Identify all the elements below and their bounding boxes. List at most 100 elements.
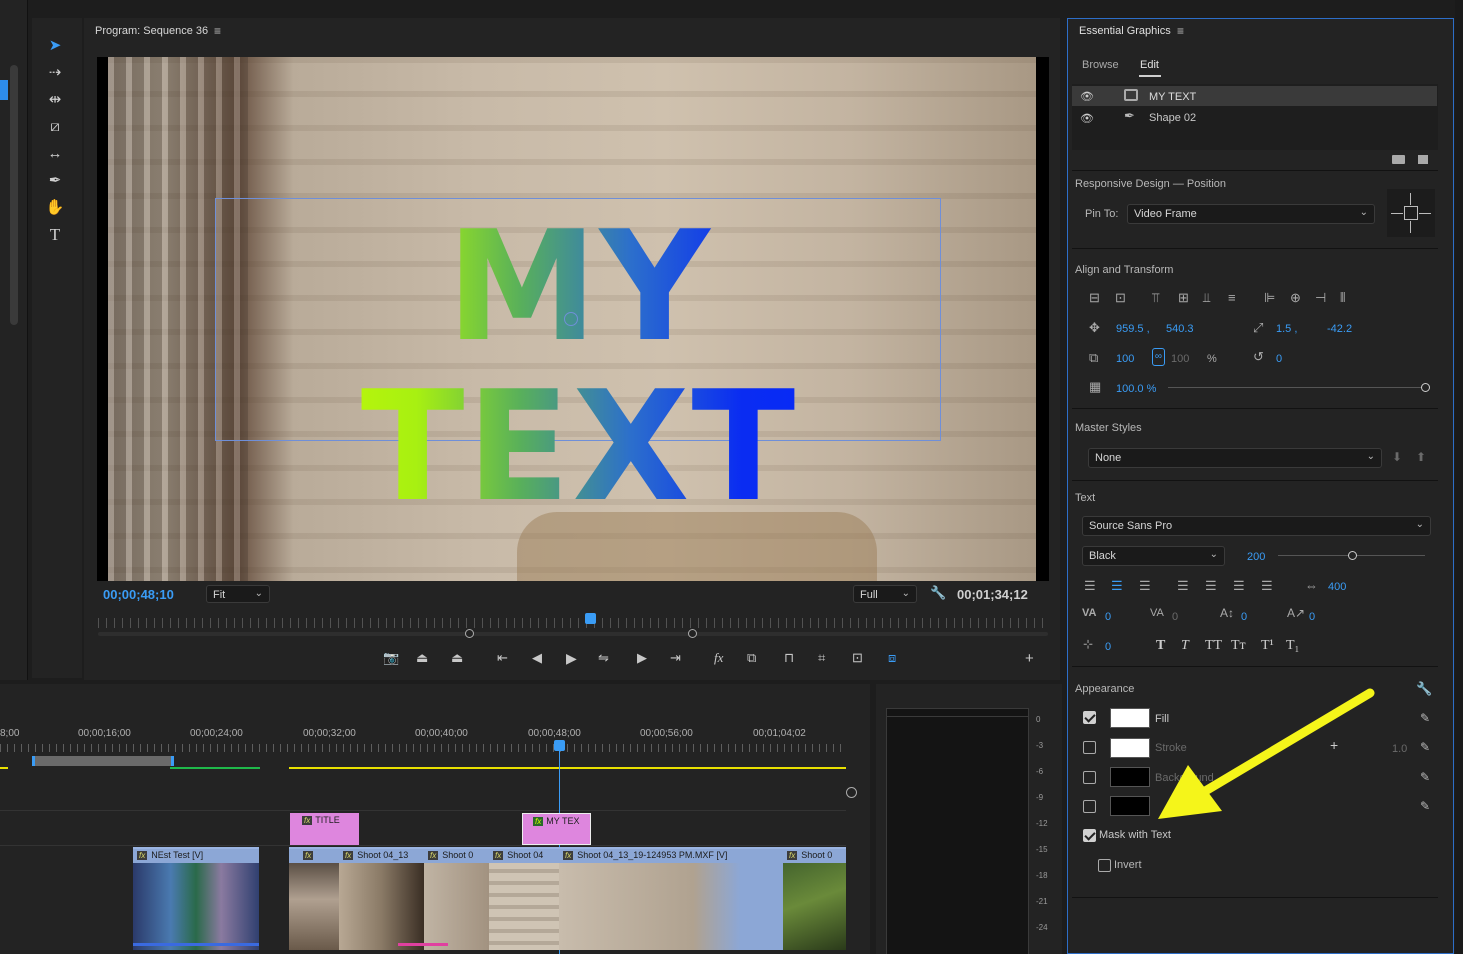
justify-all-icon[interactable]: ☰ xyxy=(1261,579,1273,592)
eyedropper-icon[interactable]: ✎ xyxy=(1420,799,1430,813)
eye-icon[interactable]: 👁 xyxy=(1080,112,1094,125)
invert-checkbox[interactable] xyxy=(1098,859,1111,872)
resolution-select[interactable]: Full ⌄ xyxy=(853,585,917,603)
video-clip[interactable]: fx xyxy=(289,847,339,950)
kerning-value[interactable]: 0 xyxy=(1105,611,1111,623)
baseline-value[interactable]: 0 xyxy=(1241,611,1247,623)
font-select[interactable]: Source Sans Pro ⌄ xyxy=(1082,516,1431,536)
font-style-select[interactable]: Black ⌄ xyxy=(1082,546,1225,566)
align-center-icon[interactable]: ⊕ xyxy=(1290,291,1301,304)
faux-italic-button[interactable]: T xyxy=(1181,638,1189,654)
razor-tool-icon[interactable]: ⧄ xyxy=(42,116,68,138)
opacity-slider-track[interactable] xyxy=(1168,387,1423,388)
panel-menu-icon[interactable]: ≡ xyxy=(214,24,221,38)
pin-to-select[interactable]: Video Frame ⌄ xyxy=(1127,204,1375,224)
timeline-playhead-handle[interactable] xyxy=(554,740,565,751)
align-right-icon[interactable]: ⊣ xyxy=(1315,291,1326,304)
align-bottom-icon[interactable]: ⫫ xyxy=(1203,291,1210,304)
background-swatch[interactable] xyxy=(1110,767,1150,787)
font-size-slider-thumb[interactable] xyxy=(1348,551,1357,560)
opacity-slider-thumb[interactable] xyxy=(1421,383,1430,392)
work-area-bar[interactable] xyxy=(32,756,174,766)
align-vertical-center-icon[interactable]: ⊟ xyxy=(1089,291,1100,304)
slip-tool-icon[interactable]: ↔ xyxy=(42,143,68,165)
compare-icon[interactable]: ⧉ xyxy=(747,650,756,666)
align-text-center-icon[interactable]: ☰ xyxy=(1111,579,1123,592)
pin-edges-center[interactable] xyxy=(1404,206,1418,220)
scale-width-value[interactable]: 100 xyxy=(1116,353,1134,365)
pin-right-edge[interactable] xyxy=(1419,213,1431,214)
leading-value[interactable]: 0 xyxy=(1172,611,1178,623)
safe-margins-icon[interactable]: ⊓ xyxy=(784,650,794,666)
distribute-vertical-icon[interactable]: ≡ xyxy=(1228,291,1236,304)
left-scrollbar[interactable] xyxy=(10,65,18,325)
tab-edit[interactable]: Edit xyxy=(1140,59,1159,71)
video-clip[interactable]: fx Shoot 0 xyxy=(783,847,846,950)
ripple-edit-tool-icon[interactable]: ⇹ xyxy=(42,89,68,111)
monitor-zoom-bar[interactable] xyxy=(98,632,1048,636)
zoom-handle-left[interactable] xyxy=(465,629,474,638)
justify-center-icon[interactable]: ☰ xyxy=(1205,579,1217,592)
position-x-value[interactable]: 959.5 , xyxy=(1116,323,1150,335)
add-button-icon[interactable]: + xyxy=(1025,650,1034,667)
zoom-select[interactable]: Fit ⌄ xyxy=(206,585,270,603)
video-frame[interactable]: MY TEXT xyxy=(97,57,1049,581)
eyedropper-icon[interactable]: ✎ xyxy=(1420,770,1430,784)
link-scale-icon[interactable]: ∞ xyxy=(1152,348,1165,366)
background-checkbox[interactable] xyxy=(1083,771,1096,784)
step-back-icon[interactable]: ◀ xyxy=(532,650,542,666)
video-clip[interactable]: fx Shoot 0 xyxy=(424,847,489,950)
tracking-value[interactable]: 400 xyxy=(1328,581,1346,593)
anchor-x-value[interactable]: 1.5 , xyxy=(1276,323,1297,335)
new-group-icon[interactable] xyxy=(1392,155,1405,164)
hand-tool-icon[interactable]: ✋ xyxy=(42,197,68,219)
align-text-right-icon[interactable]: ☰ xyxy=(1139,579,1151,592)
align-horizontal-center-icon[interactable]: ⊡ xyxy=(1115,291,1126,304)
align-middle-icon[interactable]: ⊞ xyxy=(1178,291,1189,304)
current-timecode[interactable]: 00;00;48;10 xyxy=(103,587,174,602)
opacity-value[interactable]: 100.0 % xyxy=(1116,383,1156,395)
play-icon[interactable]: ▶ xyxy=(566,650,577,667)
graphic-clip-mytext[interactable]: fx MY TEX xyxy=(522,813,591,845)
all-caps-button[interactable]: TT xyxy=(1205,638,1222,654)
pin-bottom-edge[interactable] xyxy=(1410,221,1411,233)
subscript-button[interactable]: T₁ xyxy=(1286,638,1299,654)
step-forward-icon[interactable]: ▶ xyxy=(637,650,647,666)
track-select-tool-icon[interactable]: ⇢ xyxy=(42,62,68,84)
fx-icon[interactable]: fx xyxy=(714,650,723,666)
panel-menu-icon[interactable]: ≡ xyxy=(1177,24,1184,38)
pin-left-edge[interactable] xyxy=(1391,213,1403,214)
eye-icon[interactable]: 👁 xyxy=(1080,90,1094,103)
timeline-zoom-handle[interactable] xyxy=(846,787,857,798)
rotation-value[interactable]: 0 xyxy=(1276,353,1282,365)
shadow-swatch[interactable] xyxy=(1110,796,1150,816)
export-frame-icon[interactable]: 📷 xyxy=(383,650,399,666)
pin-edges-widget[interactable] xyxy=(1387,189,1435,237)
go-to-in-icon[interactable]: ⇤ xyxy=(497,650,508,666)
new-layer-icon[interactable] xyxy=(1418,155,1428,164)
go-to-out-icon[interactable]: ⇥ xyxy=(670,650,681,666)
play-around-icon[interactable]: ⇋ xyxy=(598,650,609,666)
push-style-down-icon[interactable]: ⬇ xyxy=(1392,450,1402,464)
overlay-text[interactable]: MY TEXT xyxy=(209,207,949,527)
justify-left-icon[interactable]: ☰ xyxy=(1177,579,1189,592)
eyedropper-icon[interactable]: ✎ xyxy=(1420,711,1430,725)
appearance-wrench-icon[interactable]: 🔧 xyxy=(1416,681,1432,697)
eyedropper-icon[interactable]: ✎ xyxy=(1420,740,1430,754)
monitor-scrub-ruler[interactable] xyxy=(98,618,1048,628)
shadow-checkbox[interactable] xyxy=(1083,800,1096,813)
master-styles-select[interactable]: None ⌄ xyxy=(1088,448,1382,468)
wrench-icon[interactable]: 🔧 xyxy=(930,585,946,601)
tsume-value[interactable]: 0 xyxy=(1309,611,1315,623)
video-clip[interactable]: fx Shoot 04_13_19-124953 PM.MXF [V] xyxy=(559,847,783,950)
stroke-swatch[interactable] xyxy=(1110,738,1150,758)
font-size-value[interactable]: 200 xyxy=(1247,551,1265,563)
video-clip[interactable]: fx Shoot 04_13 xyxy=(339,847,424,950)
tab-width-value[interactable]: 0 xyxy=(1105,641,1111,653)
graphic-clip-title[interactable]: fx TITLE xyxy=(290,813,359,845)
position-y-value[interactable]: 540.3 xyxy=(1166,323,1194,335)
push-style-up-icon[interactable]: ⬆ xyxy=(1416,450,1426,464)
type-tool-icon[interactable]: T xyxy=(42,224,68,246)
superscript-button[interactable]: T¹ xyxy=(1261,638,1274,654)
stroke-checkbox[interactable] xyxy=(1083,741,1096,754)
